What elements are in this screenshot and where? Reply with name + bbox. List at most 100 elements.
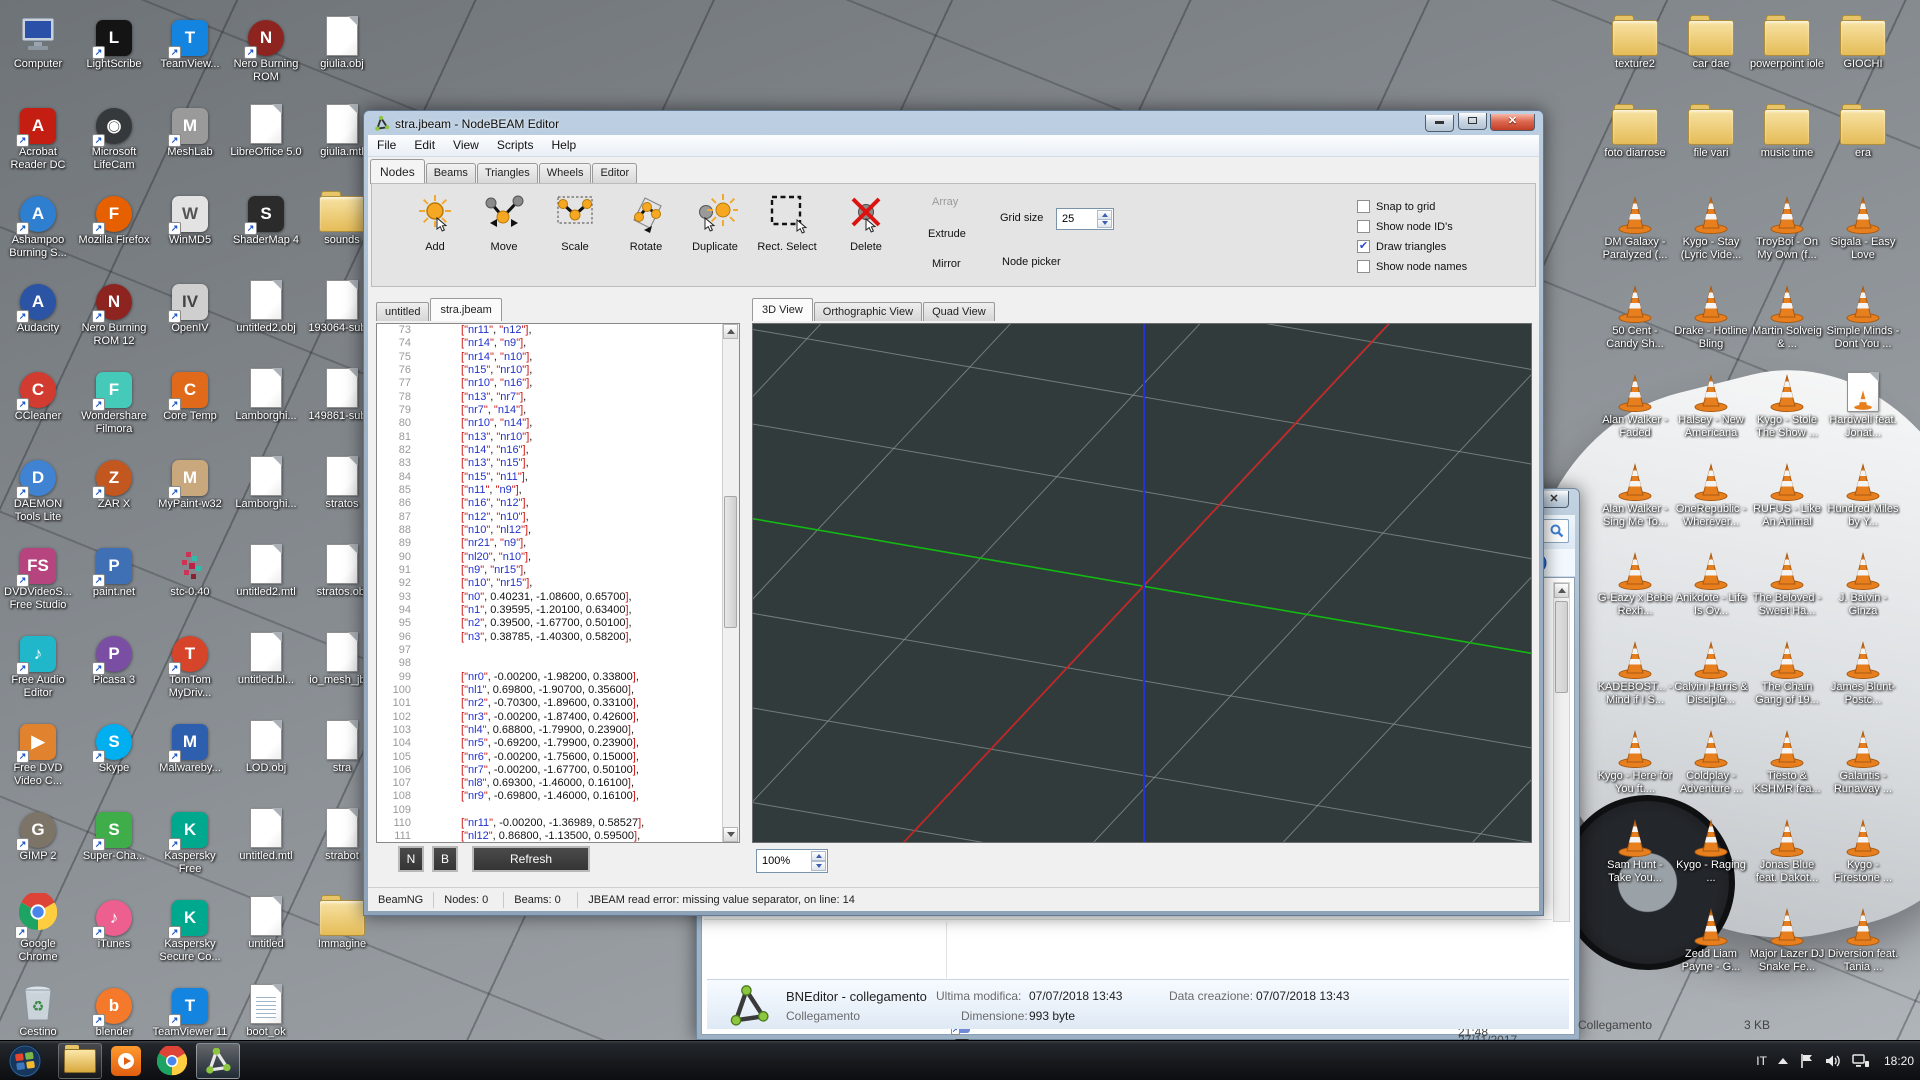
desktop-icon-alan-walker-sing-me-to[interactable]: Alan Walker - Sing Me To...: [1597, 453, 1673, 529]
desktop-icon-nero-burning-rom[interactable]: N↗Nero Burning ROM: [228, 8, 304, 84]
desktop-icon-james-blunt-postc[interactable]: James Blunt-Postc...: [1825, 631, 1901, 707]
desktop-icon-stc-0-40[interactable]: stc-0.40: [152, 536, 228, 599]
desktop-icon-galantis-runaway[interactable]: Galantis - Runaway ...: [1825, 720, 1901, 796]
desktop-icon-giulia-obj[interactable]: giulia.obj: [304, 8, 380, 71]
desktop-icon-meshlab[interactable]: M↗MeshLab: [152, 96, 228, 159]
view-tab-3d-view[interactable]: 3D View: [752, 298, 813, 321]
tab-wheels[interactable]: Wheels: [539, 163, 592, 183]
checkbox-show-node-id-s[interactable]: Show node ID's: [1357, 220, 1453, 233]
desktop-icon-untitled2-obj[interactable]: untitled2.obj: [228, 272, 304, 335]
checkbox-box-icon[interactable]: [1357, 260, 1370, 273]
desktop-icon-car-dae[interactable]: car dae: [1673, 8, 1749, 71]
window-titlebar[interactable]: stra.jbeam - NodeBEAM Editor: [374, 115, 559, 132]
explorer-scrollbar[interactable]: [1553, 582, 1570, 922]
desktop-icon-wondershare-filmora[interactable]: F↗Wondershare Filmora: [76, 360, 152, 436]
desktop-icon-dvdvideos-free-studio[interactable]: FS↗DVDVideoS... Free Studio: [0, 536, 76, 612]
desktop-icon-boot-ok[interactable]: boot_ok: [228, 976, 304, 1039]
desktop-icon-lightscribe[interactable]: L↗LightScribe: [76, 8, 152, 71]
desktop-icon-untitled-bl[interactable]: untitled.bl...: [228, 624, 304, 687]
desktop-icon-texture2[interactable]: texture2: [1597, 8, 1673, 71]
desktop-icon-ccleaner[interactable]: C↗CCleaner: [0, 360, 76, 423]
grid-size-down-icon[interactable]: [1097, 219, 1112, 229]
menu-edit[interactable]: Edit: [405, 135, 444, 156]
desktop-icon-free-audio-editor[interactable]: ♪↗Free Audio Editor: [0, 624, 76, 700]
tab-beams[interactable]: Beams: [426, 163, 476, 183]
desktop-icon-skype[interactable]: S↗Skype: [76, 712, 152, 775]
menu-help[interactable]: Help: [543, 135, 586, 156]
desktop-icon-calvin-harris-disciple[interactable]: Calvin Harris & Disciple...: [1673, 631, 1749, 707]
desktop-icon-audacity[interactable]: A↗Audacity: [0, 272, 76, 335]
desktop-icon-kygo-stay-lyric-vide[interactable]: Kygo - Stay (Lyric Vide...: [1673, 186, 1749, 262]
view-tab-orthographic-view[interactable]: Orthographic View: [814, 302, 922, 321]
checkbox-show-node-names[interactable]: Show node names: [1357, 260, 1467, 273]
desktop-icon-acrobat-reader-dc[interactable]: A↗Acrobat Reader DC: [0, 96, 76, 172]
tool-rect-select-button[interactable]: Rect. Select: [752, 192, 822, 253]
desktop-icon-martin-solveig[interactable]: Martin Solveig & ...: [1749, 275, 1825, 351]
desktop-icon-untitled-mtl[interactable]: untitled.mtl: [228, 800, 304, 863]
desktop-icon-kygo-raging[interactable]: Kygo - Raging ...: [1673, 809, 1749, 885]
desktop-icon-daemon-tools-lite[interactable]: D↗DAEMON Tools Lite: [0, 448, 76, 524]
menu-view[interactable]: View: [444, 135, 488, 156]
desktop-icon-anikdote-life-is-ov[interactable]: Anikdote - Life Is Ov...: [1673, 542, 1749, 618]
taskbar-explorer-button[interactable]: [58, 1043, 102, 1079]
checkbox-box-icon[interactable]: ✔: [1357, 240, 1370, 253]
doc-tab-stra-jbeam[interactable]: stra.jbeam: [430, 298, 501, 321]
desktop-icon-super-cha[interactable]: S↗Super-Cha...: [76, 800, 152, 863]
tab-editor[interactable]: Editor: [592, 163, 637, 183]
desktop-icon-zar-x[interactable]: Z↗ZAR X: [76, 448, 152, 511]
refresh-button[interactable]: Refresh: [472, 846, 590, 872]
desktop-icon-50-cent-candy-sh[interactable]: 50 Cent - Candy Sh...: [1597, 275, 1673, 351]
desktop-icon-kadebost-mind-if-i-s[interactable]: KADEBOST... - Mind if I S...: [1597, 631, 1673, 707]
desktop-icon-coldplay-adventure[interactable]: Coldplay - Adventure ...: [1673, 720, 1749, 796]
desktop-icon-itunes[interactable]: ♪↗iTunes: [76, 888, 152, 951]
network-icon[interactable]: [1852, 1053, 1870, 1069]
desktop-icon-alan-walker-faded[interactable]: Alan Walker - Faded: [1597, 364, 1673, 440]
language-indicator[interactable]: IT: [1756, 1054, 1767, 1068]
beams-filter-button[interactable]: B: [432, 846, 458, 872]
desktop-icon-dm-galaxy-paralyzed[interactable]: DM Galaxy - Paralyzed (...: [1597, 186, 1673, 262]
tab-triangles[interactable]: Triangles: [477, 163, 538, 183]
desktop-icon-ashampoo-burning-s[interactable]: A↗Ashampoo Burning S...: [0, 184, 76, 260]
desktop-icon-lod-obj[interactable]: LOD.obj: [228, 712, 304, 775]
desktop-icon-picasa-3[interactable]: P↗Picasa 3: [76, 624, 152, 687]
tool-duplicate-button[interactable]: Duplicate: [680, 192, 750, 253]
desktop-icon-blender[interactable]: b↗blender: [76, 976, 152, 1039]
checkbox-box-icon[interactable]: [1357, 220, 1370, 233]
tool-add-button[interactable]: Add: [403, 192, 467, 253]
menu-scripts[interactable]: Scripts: [488, 135, 543, 156]
desktop-icon-diversion-feat-tania[interactable]: Diversion feat. Tania ...: [1825, 898, 1901, 974]
desktop-icon-hundred-miles-by-y[interactable]: Hundred Miles by Y...: [1825, 453, 1901, 529]
action-center-flag-icon[interactable]: [1799, 1053, 1815, 1069]
desktop-icon-the-chain-gang-of-19[interactable]: The Chain Gang of 19...: [1749, 631, 1825, 707]
nodes-filter-button[interactable]: N: [398, 846, 424, 872]
desktop-icon-sigala-easy-love[interactable]: Sigala - Easy Love: [1825, 186, 1901, 262]
desktop-icon-libreoffice-5-0[interactable]: LibreOffice 5.0: [228, 96, 304, 159]
desktop-icon-lamborghi[interactable]: Lamborghi...: [228, 448, 304, 511]
desktop-icon-era[interactable]: era: [1825, 97, 1901, 160]
tool-rotate-button[interactable]: Rotate: [614, 192, 678, 253]
desktop-icon-halsey-new-americana[interactable]: Halsey - New Americana: [1673, 364, 1749, 440]
desktop-icon-paint-net[interactable]: P↗paint.net: [76, 536, 152, 599]
desktop-icon-kygo-stole-the-show[interactable]: Kygo - Stole The Show ...: [1749, 364, 1825, 440]
volume-icon[interactable]: [1825, 1053, 1842, 1069]
close-button[interactable]: ✕: [1490, 114, 1535, 131]
desktop-icon-computer[interactable]: Computer: [0, 8, 76, 71]
desktop-icon-powerpoint-iole[interactable]: powerpoint iole: [1749, 8, 1825, 71]
doc-tab-untitled[interactable]: untitled: [376, 302, 429, 321]
desktop-icon-tomtom-mydriv[interactable]: T↗TomTom MyDriv...: [152, 624, 228, 700]
desktop-icon-music-time[interactable]: music time: [1749, 97, 1825, 160]
desktop-icon-winmd5[interactable]: W↗WinMD5: [152, 184, 228, 247]
desktop-icon-ti-sto-kshmr-fea[interactable]: Tiësto & KSHMR fea...: [1749, 720, 1825, 796]
desktop-icon-openiv[interactable]: IV↗OpenIV: [152, 272, 228, 335]
nodebeam-window[interactable]: stra.jbeam - NodeBEAM Editor ✕ FileEditV…: [363, 110, 1544, 916]
desktop-icon-kygo-firestone[interactable]: Kygo - Firestone ...: [1825, 809, 1901, 885]
desktop-icon-troyboi-on-my-own-f[interactable]: TroyBoi - On My Own (f...: [1749, 186, 1825, 262]
desktop-icon-lamborghi[interactable]: Lamborghi...: [228, 360, 304, 423]
desktop-icon-google-chrome[interactable]: ↗Google Chrome: [0, 888, 76, 964]
search-icon[interactable]: [1550, 524, 1564, 538]
desktop-icon-microsoft-lifecam[interactable]: ◉↗Microsoft LifeCam: [76, 96, 152, 172]
desktop-icon-giochi[interactable]: GIOCHI: [1825, 8, 1901, 71]
desktop-icon-nero-burning-rom-12[interactable]: N↗Nero Burning ROM 12: [76, 272, 152, 348]
clock[interactable]: 18:20: [1884, 1054, 1914, 1068]
editor-scrollbar[interactable]: [722, 324, 739, 842]
